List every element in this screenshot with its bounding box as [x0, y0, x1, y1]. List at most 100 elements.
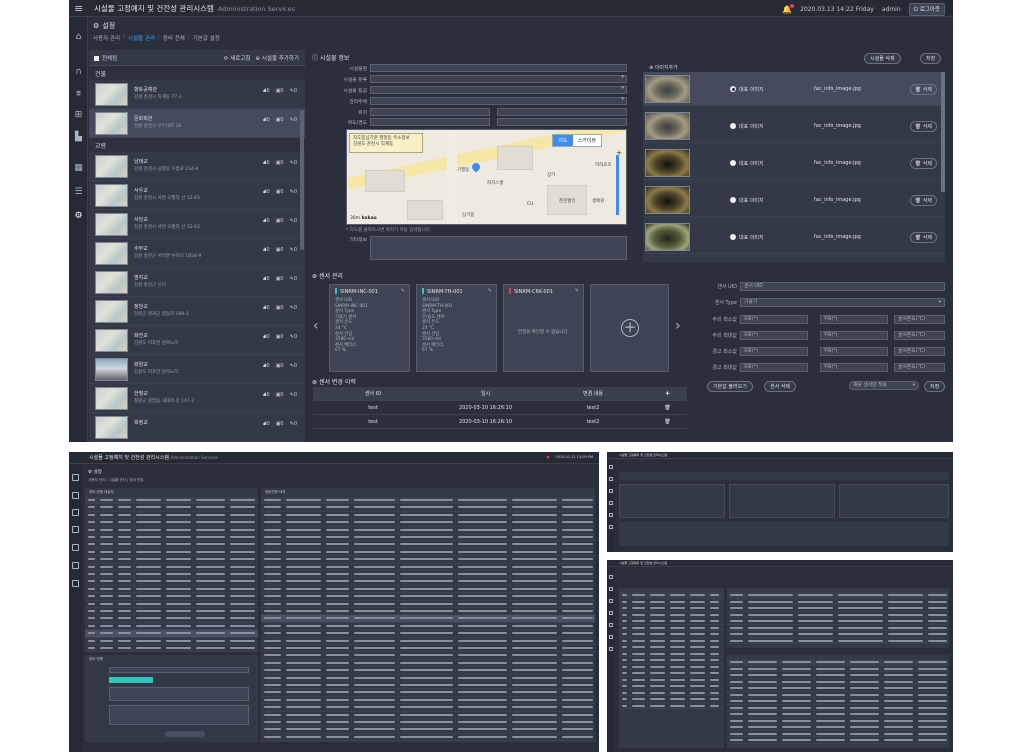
location-detail-input[interactable]: [497, 108, 627, 116]
c-nav-icon[interactable]: [609, 477, 613, 481]
prev-arrow-icon[interactable]: ‹: [313, 318, 319, 334]
delete-sensor-button[interactable]: 센서 삭제: [764, 381, 796, 392]
table-row[interactable]: [261, 512, 595, 520]
sensor-card[interactable]: SINRM-INC-001 ✎ 센서 UID SINRM-INC-001 센서 Type…: [329, 284, 410, 372]
c-nav-icon[interactable]: [609, 525, 613, 529]
table-row[interactable]: [261, 667, 595, 675]
tab-facility-management[interactable]: 시설물 관리: [128, 34, 155, 42]
d-nav-icon[interactable]: [609, 647, 613, 651]
facility-list-item[interactable]: 문화회관 강원 춘천시 우두대로 16 ⛘0 ▣0 ✎0: [89, 109, 305, 138]
table-row[interactable]: [261, 593, 595, 601]
table-row[interactable]: [261, 689, 595, 697]
logout-button[interactable]: ⏻ 로그아웃: [908, 3, 945, 16]
form-select[interactable]: [370, 85, 627, 94]
table-row[interactable]: [261, 527, 595, 534]
dashboard-icon[interactable]: ▦: [73, 163, 84, 174]
tab-defaults[interactable]: 기본값 설정: [193, 34, 220, 42]
table-row[interactable]: [619, 703, 724, 709]
table-row[interactable]: [85, 645, 258, 653]
add-facility-button[interactable]: ⊕ 시설물 추가하기: [255, 54, 299, 62]
threshold-input-t[interactable]: 센서온도(°C): [894, 331, 945, 340]
delete-image-button[interactable]: 🗑 삭제: [909, 195, 937, 206]
table-row[interactable]: [261, 601, 595, 608]
list-icon[interactable]: ☰: [73, 187, 84, 198]
settings-icon[interactable]: ⚙: [73, 211, 84, 222]
bridge-icon[interactable]: ⩨: [73, 89, 84, 100]
b-bell-icon[interactable]: ●: [546, 455, 549, 459]
sensor-card[interactable]: SINRM-CRK-001 ✎ 연결을 확인할 수 없습니다.: [503, 284, 584, 372]
threshold-input-y[interactable]: Y축(°): [820, 315, 888, 324]
threshold-input-x[interactable]: X축(°): [740, 347, 808, 356]
table-row[interactable]: [261, 578, 595, 586]
refresh-button[interactable]: ⟳ 새로고침: [224, 54, 251, 62]
table-row[interactable]: [261, 623, 595, 631]
table-row[interactable]: [261, 697, 595, 705]
image-add-header[interactable]: ⊕ 이미지추가: [649, 64, 678, 71]
d-nav-icon[interactable]: [609, 611, 613, 615]
facility-list-item[interactable]: 수무교 강원 홍천군 서석면 수하리 1654-9 ⛘0 ▣0 ✎0: [89, 239, 305, 268]
b-info-field[interactable]: [109, 667, 249, 673]
d-nav-icon[interactable]: [609, 635, 613, 639]
apply-scope-select[interactable]: 해당 센서만 적용 ▾: [849, 381, 919, 390]
table-row[interactable]: [261, 675, 595, 682]
table-row[interactable]: [261, 504, 595, 512]
edit-icon[interactable]: ✎: [575, 288, 579, 294]
zoom-slider[interactable]: [616, 155, 619, 215]
b-nav-icon[interactable]: [72, 492, 79, 499]
table-row[interactable]: [85, 630, 258, 638]
representative-image-radio[interactable]: [730, 123, 736, 129]
threshold-input-t[interactable]: 센서온도(°C): [894, 315, 945, 324]
facility-list-item[interactable]: 서당교 강원 춘천시 서면 오월리 산 12-63 ⛘0 ▣0 ✎0: [89, 210, 305, 239]
table-row[interactable]: [85, 527, 258, 534]
table-row[interactable]: [85, 593, 258, 601]
representative-image-radio[interactable]: [730, 197, 736, 203]
select-all-checkbox[interactable]: [94, 56, 99, 61]
sensor-uid-input[interactable]: 센서 UID: [740, 282, 945, 291]
table-row[interactable]: [85, 623, 258, 631]
menu-icon[interactable]: ≡: [74, 3, 83, 14]
threshold-input-y[interactable]: Y축(°): [820, 347, 888, 356]
b-apply-button[interactable]: [165, 731, 205, 737]
facility-list-item[interactable]: 한빛교 철원군 갈말읍 내대리 산 147-2 ⛘0 ▣0 ✎0: [89, 384, 305, 413]
magnet-icon[interactable]: ∩: [73, 67, 84, 78]
table-row[interactable]: [261, 652, 595, 660]
threshold-input-x[interactable]: X축(°): [740, 315, 808, 324]
b-info-textarea[interactable]: [109, 705, 249, 725]
table-row[interactable]: [727, 737, 949, 744]
form-input[interactable]: [370, 108, 490, 116]
building-icon[interactable]: ▙: [73, 132, 84, 143]
edit-icon[interactable]: ✎: [401, 288, 405, 294]
threshold-input-t[interactable]: 센서온도(°C): [894, 363, 945, 372]
table-row[interactable]: [261, 638, 595, 645]
c-nav-icon[interactable]: [609, 513, 613, 517]
table-row[interactable]: [261, 571, 595, 579]
add-sensor-card[interactable]: +: [590, 284, 669, 372]
table-row[interactable]: [261, 682, 595, 690]
facility-list-item[interactable]: 정당교 강원군 영귀군 영동리 198-3 ⛘0 ▣0 ✎0: [89, 297, 305, 326]
table-row[interactable]: [85, 638, 258, 645]
save-sensor-button[interactable]: 저장: [924, 381, 946, 392]
table-row[interactable]: [261, 704, 595, 712]
d-nav-icon[interactable]: [609, 575, 613, 579]
table-row[interactable]: [261, 712, 595, 719]
table-row[interactable]: [85, 549, 258, 557]
table-row[interactable]: [85, 586, 258, 594]
table-row[interactable]: [85, 601, 258, 608]
form-select[interactable]: [370, 74, 627, 83]
threshold-input-t[interactable]: 센서온도(°C): [894, 347, 945, 356]
table-row[interactable]: [261, 645, 595, 653]
table-row[interactable]: [261, 726, 595, 734]
d-nav-icon[interactable]: [609, 599, 613, 603]
table-row[interactable]: [261, 549, 595, 557]
b-info-textarea[interactable]: [109, 687, 249, 701]
form-input[interactable]: [370, 64, 627, 72]
table-row[interactable]: [261, 534, 595, 542]
delete-image-button[interactable]: 🗑 삭제: [909, 232, 937, 243]
table-row[interactable]: [85, 534, 258, 542]
edit-icon[interactable]: ✎: [488, 288, 492, 294]
d-nav-icon[interactable]: [609, 587, 613, 591]
facility-list-item[interactable]: 희정교 ⛘0 ▣0 ✎0: [89, 413, 305, 442]
facility-list-item[interactable]: 남태교 강원 춘천시 공평동 우름로 234-9 ⛘0 ▣0 ✎0: [89, 152, 305, 181]
table-row[interactable]: [85, 504, 258, 512]
sensor-card[interactable]: SINRM-TH-001 ✎ 센서 UID SINRM-TH-001 센서 Type 온/…: [416, 284, 497, 372]
